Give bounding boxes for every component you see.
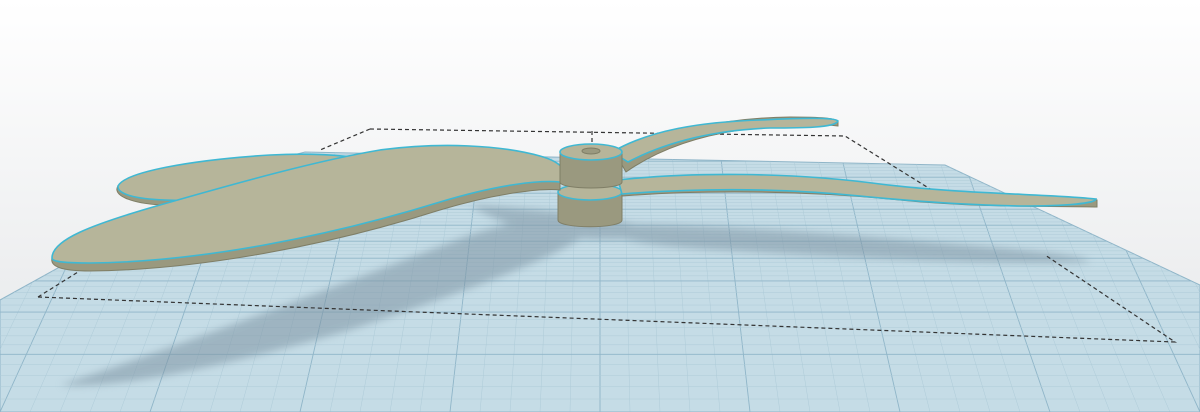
- scene-canvas[interactable]: [0, 0, 1200, 412]
- 3d-viewport[interactable]: [0, 0, 1200, 412]
- hub-shaft-hole: [581, 147, 601, 155]
